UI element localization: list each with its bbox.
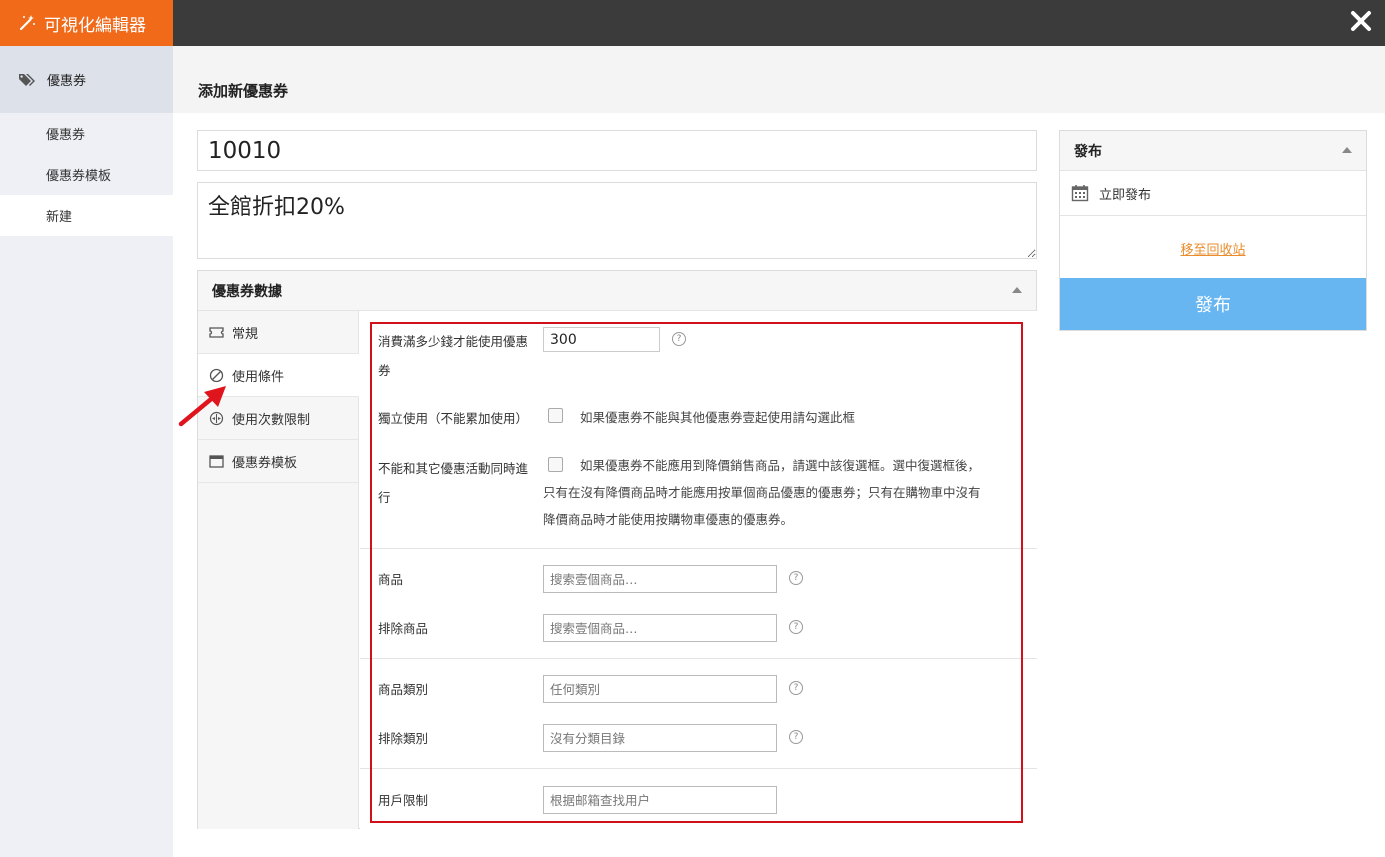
exclude-categories-input[interactable] xyxy=(543,724,777,752)
products-label: 商品 xyxy=(378,572,404,587)
tab-label: 常規 xyxy=(232,326,259,342)
divider xyxy=(360,768,1037,769)
red-arrow-icon xyxy=(178,386,226,427)
prohibited-icon xyxy=(209,368,224,382)
sidebar-item-new[interactable]: 新建 xyxy=(0,195,173,236)
help-icon[interactable]: ? xyxy=(789,620,803,634)
coupon-data-header: 優惠券數據 xyxy=(198,271,1036,311)
product-categories-input[interactable] xyxy=(543,675,777,703)
sidebar-item-label: 優惠券 xyxy=(46,128,86,143)
min-spend-label: 消費滿多少錢才能使用優惠 券 xyxy=(378,327,528,385)
exclude-sale-label-line2: 行 xyxy=(378,490,391,505)
exclude-sale-description-line3: 降價商品時才能使用按購物車優惠的優惠券。 xyxy=(543,512,794,527)
exclude-categories-label: 排除類別 xyxy=(378,731,429,746)
individual-use-label: 獨立使用（不能累加使用） xyxy=(378,411,529,426)
exclude-sale-label-line1: 不能和其它優惠活動同時進 xyxy=(378,461,529,476)
coupon-data-title: 優惠券數據 xyxy=(212,283,282,300)
exclude-products-search-input[interactable] xyxy=(543,614,777,642)
exclude-sale-description-line2: 只有在沒有降價商品時才能應用按單個商品優惠的優惠券；只有在購物車中沒有 xyxy=(543,485,981,500)
usage-restriction-panel: 消費滿多少錢才能使用優惠 券 ? 獨立使用（不能累加使用） 如果優惠券不能與其他… xyxy=(360,311,1037,829)
divider xyxy=(360,658,1037,659)
product-categories-label: 商品類別 xyxy=(378,682,429,697)
page-title: 添加新優惠券 xyxy=(198,82,289,100)
app-title: 可視化編輯器 xyxy=(44,15,146,36)
divider xyxy=(360,548,1037,549)
publish-title: 發布 xyxy=(1074,143,1102,160)
user-restriction-input[interactable] xyxy=(543,786,777,814)
sidebar-header-coupons[interactable]: 優惠券 xyxy=(0,46,173,113)
exclude-sale-checkbox[interactable] xyxy=(548,457,563,472)
publish-header: 發布 xyxy=(1060,131,1366,171)
min-spend-label-line1: 消費滿多少錢才能使用優惠 xyxy=(378,334,529,349)
publish-box: 發布 立即發布 移至回收站 發布 xyxy=(1059,130,1367,331)
tab-general[interactable]: 常規 xyxy=(198,311,358,354)
sidebar-item-coupon-templates[interactable]: 優惠券模板 xyxy=(0,154,173,195)
help-icon[interactable]: ? xyxy=(789,571,803,585)
sidebar-item-coupons[interactable]: 優惠券 xyxy=(0,113,173,154)
min-spend-label-line2: 券 xyxy=(378,363,391,378)
tab-label: 使用條件 xyxy=(232,369,285,385)
coupon-code-input[interactable] xyxy=(197,130,1037,171)
magic-wand-icon xyxy=(19,15,35,31)
user-restriction-label: 用戶限制 xyxy=(378,793,429,808)
sidebar-item-label: 優惠券模板 xyxy=(46,169,112,184)
main-content: 添加新優惠券 全館折扣20% 優惠券數據 常規 使用條件 xyxy=(173,46,1385,857)
move-to-trash-link[interactable]: 移至回收站 xyxy=(1060,239,1366,258)
help-icon[interactable]: ? xyxy=(789,730,803,744)
help-icon[interactable]: ? xyxy=(672,332,686,346)
products-search-input[interactable] xyxy=(543,565,777,593)
tab-label: 優惠券模板 xyxy=(232,455,298,471)
tab-coupon-template[interactable]: 優惠券模板 xyxy=(198,440,358,483)
collapse-arrow-icon[interactable] xyxy=(1012,287,1022,293)
sidebar: 優惠券 優惠券 優惠券模板 新建 xyxy=(0,46,173,857)
min-spend-input[interactable] xyxy=(543,327,660,352)
close-icon[interactable] xyxy=(1349,9,1373,33)
tab-label: 使用次數限制 xyxy=(232,412,311,428)
ticket-icon xyxy=(209,326,224,338)
exclude-sale-description-line1: 如果優惠券不能應用到降價銷售商品，請選中該復選框。選中復選框後， xyxy=(580,458,981,473)
publish-button[interactable]: 發布 xyxy=(1060,278,1366,330)
page-header: 添加新優惠券 xyxy=(173,46,1385,113)
exclude-sale-label: 不能和其它優惠活動同時進 行 xyxy=(378,454,528,512)
exclude-products-label: 排除商品 xyxy=(378,621,429,636)
top-bar: 可視化編輯器 xyxy=(0,0,1385,46)
sidebar-header-label: 優惠券 xyxy=(47,74,87,89)
publish-schedule-row[interactable]: 立即發布 xyxy=(1060,171,1366,216)
collapse-arrow-icon[interactable] xyxy=(1342,147,1352,153)
calendar-icon xyxy=(1071,185,1089,202)
window-icon xyxy=(209,454,224,468)
help-icon[interactable]: ? xyxy=(789,681,803,695)
app-brand[interactable]: 可視化編輯器 xyxy=(0,0,173,46)
individual-use-checkbox[interactable] xyxy=(548,408,563,423)
tags-icon xyxy=(19,73,35,86)
coupon-data-box: 優惠券數據 常規 使用條件 使用次數限制 優惠券模板 消費滿多少錢才能使用優惠 … xyxy=(197,270,1037,829)
coupon-description-textarea[interactable]: 全館折扣20% xyxy=(197,182,1037,259)
publish-schedule-label: 立即發布 xyxy=(1099,187,1152,203)
individual-use-description: 如果優惠券不能與其他優惠券壹起使用請勾選此框 xyxy=(580,410,856,425)
sidebar-item-label: 新建 xyxy=(46,210,73,225)
